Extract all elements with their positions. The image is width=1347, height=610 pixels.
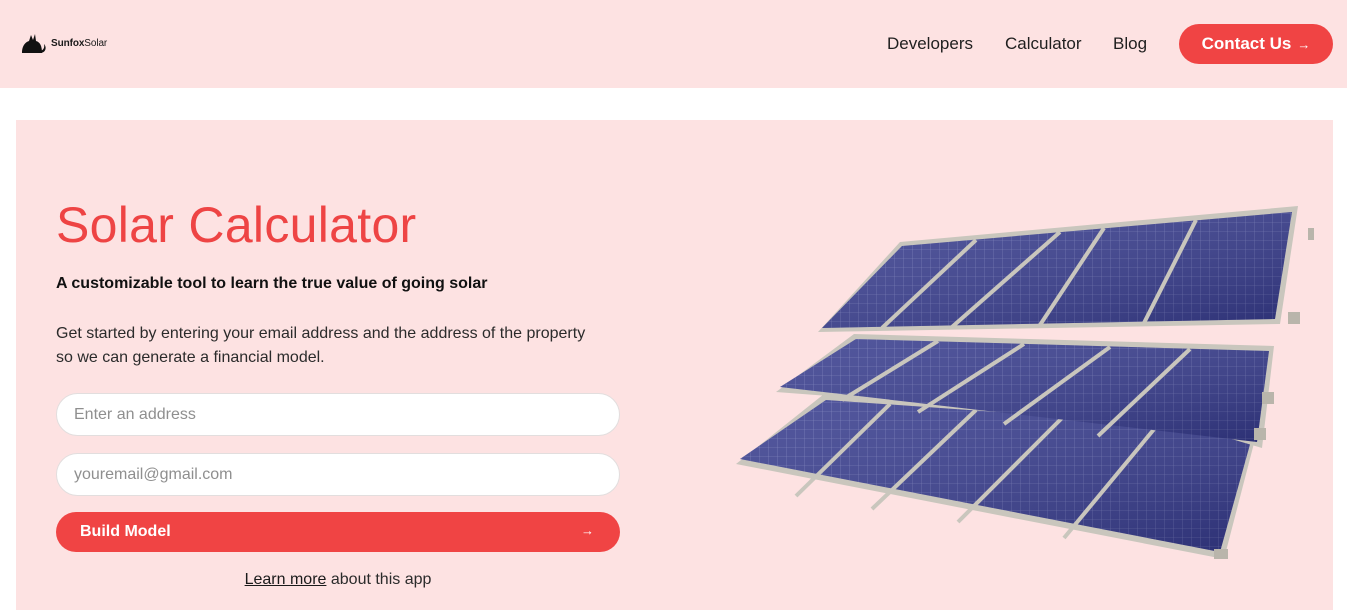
learn-more-text: Learn more about this app [56, 571, 620, 589]
arrow-right-icon: → [581, 523, 594, 538]
logo-brand-light: Solar [84, 37, 108, 49]
address-input[interactable] [56, 393, 620, 436]
contact-us-label: Contact Us [1201, 34, 1292, 53]
logo-text: SunfoxSolar [51, 38, 107, 49]
solar-panels-image [736, 206, 1314, 559]
learn-more-link[interactable]: Learn more [245, 571, 327, 588]
arrow-right-icon: → [1297, 36, 1311, 52]
page-title: Solar Calculator [56, 197, 417, 253]
site-header: SunfoxSolar Developers Calculator Blog C… [0, 0, 1347, 88]
page-description: Get started by entering your email addre… [56, 325, 586, 366]
fox-icon [22, 34, 46, 53]
nav-blog[interactable]: Blog [1113, 34, 1147, 54]
page-subtitle: A customizable tool to learn the true va… [56, 275, 488, 292]
build-model-label: Build Model [80, 523, 171, 540]
nav-developers[interactable]: Developers [887, 34, 973, 54]
build-model-button[interactable]: Build Model → [56, 512, 620, 552]
logo-brand-bold: Sunfox [51, 37, 85, 49]
hero-section: Solar Calculator A customizable tool to … [16, 120, 1333, 610]
contact-us-button[interactable]: Contact Us → [1179, 24, 1333, 64]
nav-calculator[interactable]: Calculator [1005, 34, 1082, 54]
email-input[interactable] [56, 453, 620, 496]
learn-more-rest: about this app [326, 571, 432, 588]
logo[interactable]: SunfoxSolar [20, 31, 107, 55]
